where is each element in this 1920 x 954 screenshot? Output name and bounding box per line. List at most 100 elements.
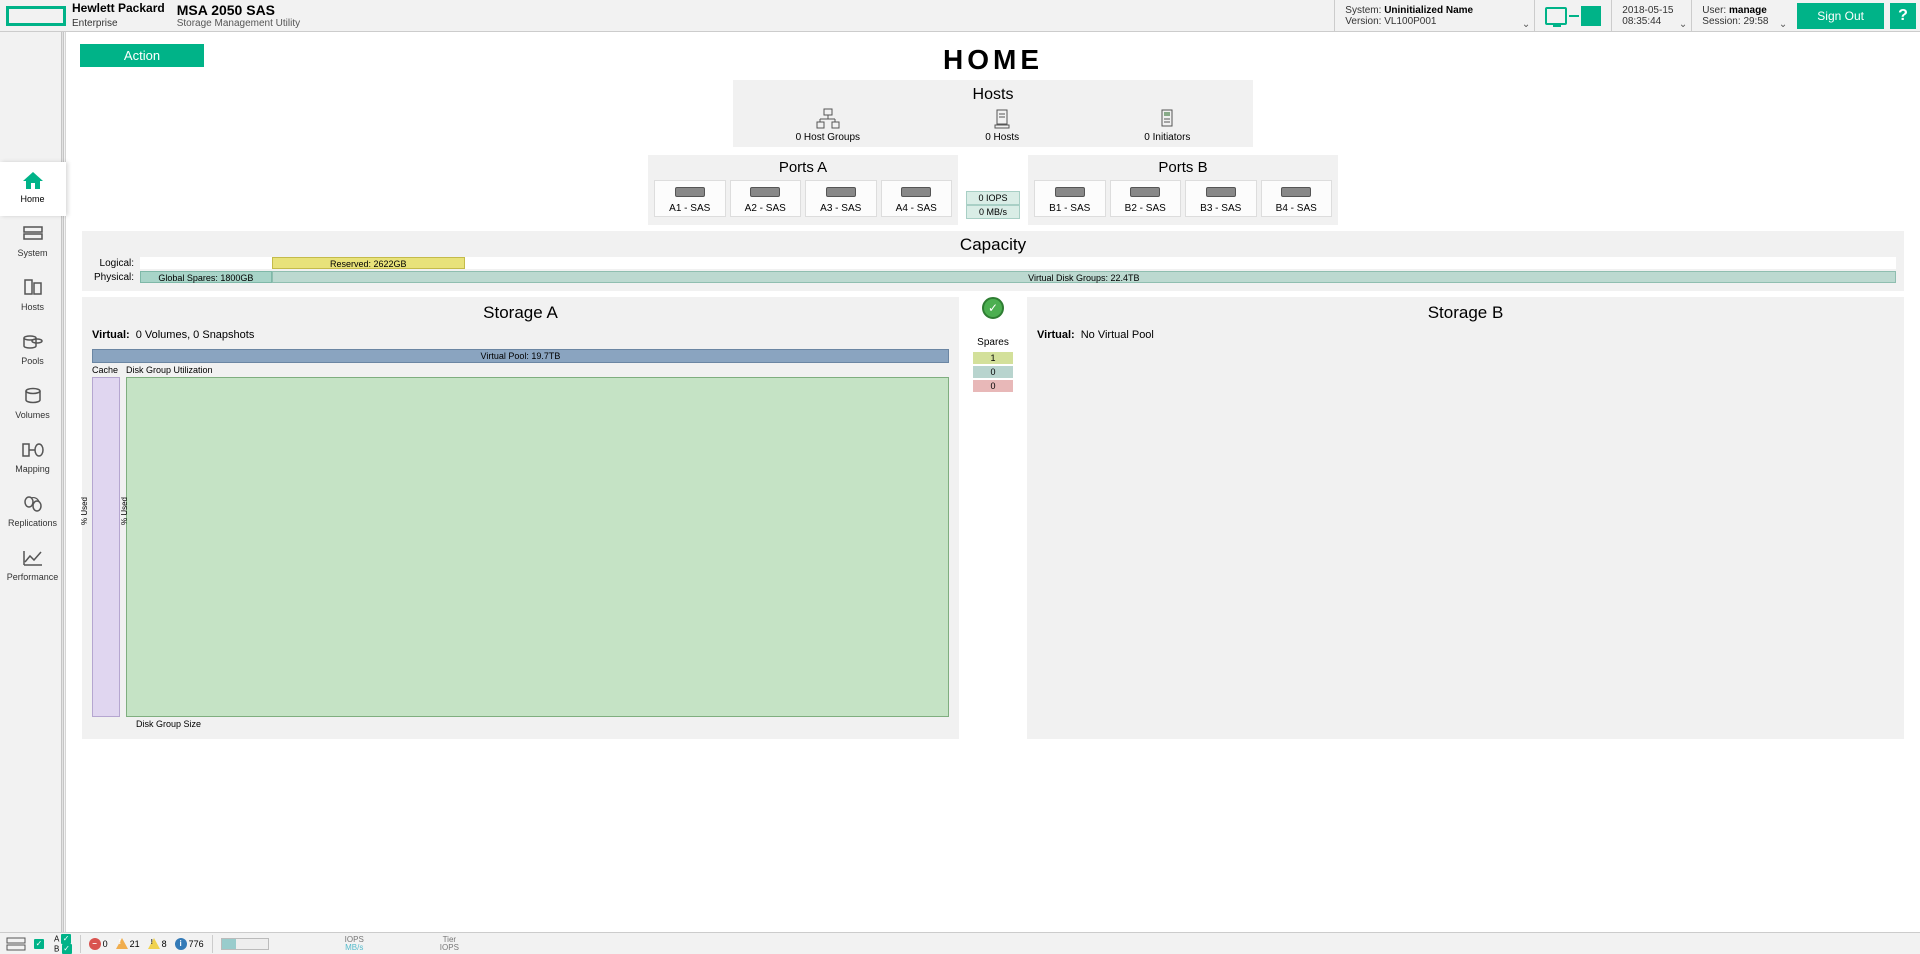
- nav-replications[interactable]: Replications: [3, 486, 63, 540]
- nav-label: Hosts: [21, 302, 44, 312]
- warn-count-1[interactable]: !21: [116, 938, 140, 949]
- nav-performance[interactable]: Performance: [3, 540, 63, 594]
- spares-summary: Spares 1 0 0: [973, 337, 1013, 394]
- port-b3[interactable]: B3 - SAS: [1185, 180, 1257, 217]
- home-icon: [21, 170, 45, 190]
- metric-tier-iops[interactable]: TierIOPS: [440, 936, 459, 952]
- port-a3[interactable]: A3 - SAS: [805, 180, 877, 217]
- metric-iops-mbs[interactable]: IOPSMB/s: [345, 936, 364, 952]
- port-b4[interactable]: B4 - SAS: [1261, 180, 1333, 217]
- nav-system[interactable]: System: [3, 216, 63, 270]
- error-icon: –: [89, 938, 101, 950]
- warning-icon: !: [148, 938, 160, 949]
- spare-tier-1[interactable]: 1: [973, 352, 1013, 364]
- info-value: 776: [189, 939, 204, 949]
- spares-segment: Global Spares: 1800GB: [140, 271, 272, 283]
- initiators-icon: [1154, 108, 1180, 130]
- logical-label: Logical:: [90, 258, 134, 269]
- health-ok-icon[interactable]: ✓: [982, 297, 1004, 319]
- port-icon: [1055, 187, 1085, 197]
- port-b1[interactable]: B1 - SAS: [1034, 180, 1106, 217]
- nav-volumes[interactable]: Volumes: [3, 378, 63, 432]
- cache-chart[interactable]: [92, 377, 120, 717]
- spares-title: Spares: [973, 337, 1013, 348]
- port-a2[interactable]: A2 - SAS: [730, 180, 802, 217]
- storage-a-title: Storage A: [92, 303, 949, 323]
- datetime-dropdown[interactable]: 2018-05-15 08:35:44 ⌄: [1611, 0, 1691, 32]
- nav-home[interactable]: Home: [0, 162, 66, 216]
- user-dropdown[interactable]: User: manage Session: 29:58 ⌄: [1691, 0, 1791, 32]
- port-b2[interactable]: B2 - SAS: [1110, 180, 1182, 217]
- nav-label: Performance: [7, 572, 59, 582]
- date: 2018-05-15: [1622, 5, 1681, 16]
- y-axis-label-1: % Used: [80, 497, 89, 525]
- hosts-title: Hosts: [733, 86, 1253, 104]
- controller-status[interactable]: A ✓ B ✓: [54, 934, 72, 954]
- product-sub: Storage Management Utility: [177, 18, 300, 29]
- nav-mapping[interactable]: Mapping: [3, 432, 63, 486]
- brand-text: Hewlett Packard Enterprise: [72, 2, 165, 28]
- main-content: Action HOME Hosts 0 Host Groups 0 Hosts …: [66, 32, 1920, 932]
- sparkline-1[interactable]: [221, 938, 269, 950]
- page-title: HOME: [66, 44, 1920, 76]
- enclosure-icon[interactable]: [6, 936, 26, 952]
- brand-line1: Hewlett Packard: [72, 1, 165, 15]
- port-label: B4 - SAS: [1276, 203, 1317, 214]
- info-count[interactable]: i776: [175, 938, 204, 950]
- storage-icon: [1581, 6, 1601, 26]
- capacity-title: Capacity: [90, 235, 1896, 255]
- spare-tier-3[interactable]: 0: [973, 380, 1013, 392]
- port-label: A1 - SAS: [669, 203, 710, 214]
- session-label: Session:: [1702, 16, 1740, 27]
- physical-label: Physical:: [90, 272, 134, 283]
- info-icon: i: [175, 938, 187, 950]
- mapping-icon: [21, 440, 45, 460]
- ports-section: Ports A A1 - SAS A2 - SAS A3 - SAS A4 - …: [82, 155, 1904, 225]
- y-axis-label-2: % Used: [120, 497, 129, 525]
- sign-out-button[interactable]: Sign Out: [1797, 3, 1884, 29]
- nav-label: Home: [20, 194, 44, 204]
- ctrl-a: A: [54, 934, 59, 943]
- spares-column: ✓ Spares 1 0 0: [963, 297, 1023, 739]
- help-button[interactable]: ?: [1890, 3, 1916, 29]
- virtual-pool-bar[interactable]: Virtual Pool: 19.7TB: [92, 349, 949, 363]
- nav-label: Volumes: [15, 410, 50, 420]
- warning-icon: !: [116, 938, 128, 949]
- connection-status[interactable]: [1534, 0, 1611, 32]
- product-title: MSA 2050 SAS Storage Management Utility: [177, 2, 300, 29]
- action-button[interactable]: Action: [80, 44, 204, 67]
- brand-line2: Enterprise: [72, 18, 118, 29]
- ports-perf: 0 IOPS 0 MB/s: [966, 155, 1020, 225]
- link-icon: [1569, 15, 1579, 17]
- nav-pools[interactable]: Pools: [3, 324, 63, 378]
- port-a1[interactable]: A1 - SAS: [654, 180, 726, 217]
- logical-bar[interactable]: Reserved: 2622GB: [140, 257, 1896, 269]
- version-label: Version:: [1345, 16, 1381, 27]
- cache-label: Cache: [92, 365, 126, 375]
- ports-b-panel: Ports B B1 - SAS B2 - SAS B3 - SAS B4 - …: [1028, 155, 1338, 225]
- storage-b-title: Storage B: [1037, 303, 1894, 323]
- pools-icon: [21, 332, 45, 352]
- host-groups-item[interactable]: 0 Host Groups: [796, 108, 860, 143]
- port-icon: [750, 187, 780, 197]
- physical-bar[interactable]: Global Spares: 1800GB Virtual Disk Group…: [140, 271, 1896, 283]
- ports-b-title: Ports B: [1034, 159, 1332, 176]
- initiators-item[interactable]: 0 Initiators: [1144, 108, 1190, 143]
- system-info-dropdown[interactable]: System: Uninitialized Name Version: VL10…: [1334, 0, 1534, 32]
- metric-iops2: IOPS: [440, 944, 459, 952]
- warn-count-2[interactable]: !8: [148, 938, 167, 949]
- warn2-value: 8: [162, 939, 167, 949]
- ports-a-panel: Ports A A1 - SAS A2 - SAS A3 - SAS A4 - …: [648, 155, 958, 225]
- spare-tier-2[interactable]: 0: [973, 366, 1013, 378]
- error-value: 0: [103, 939, 108, 949]
- header-bar: Hewlett Packard Enterprise MSA 2050 SAS …: [0, 0, 1920, 32]
- virtual-label: Virtual:: [1037, 329, 1075, 341]
- hosts-item[interactable]: 0 Hosts: [985, 108, 1019, 143]
- error-count[interactable]: –0: [89, 938, 108, 950]
- performance-icon: [21, 548, 45, 568]
- port-a4[interactable]: A4 - SAS: [881, 180, 953, 217]
- nav-hosts[interactable]: Hosts: [3, 270, 63, 324]
- disk-group-chart[interactable]: [126, 377, 949, 717]
- system-icon: [21, 224, 45, 244]
- port-label: A3 - SAS: [820, 203, 861, 214]
